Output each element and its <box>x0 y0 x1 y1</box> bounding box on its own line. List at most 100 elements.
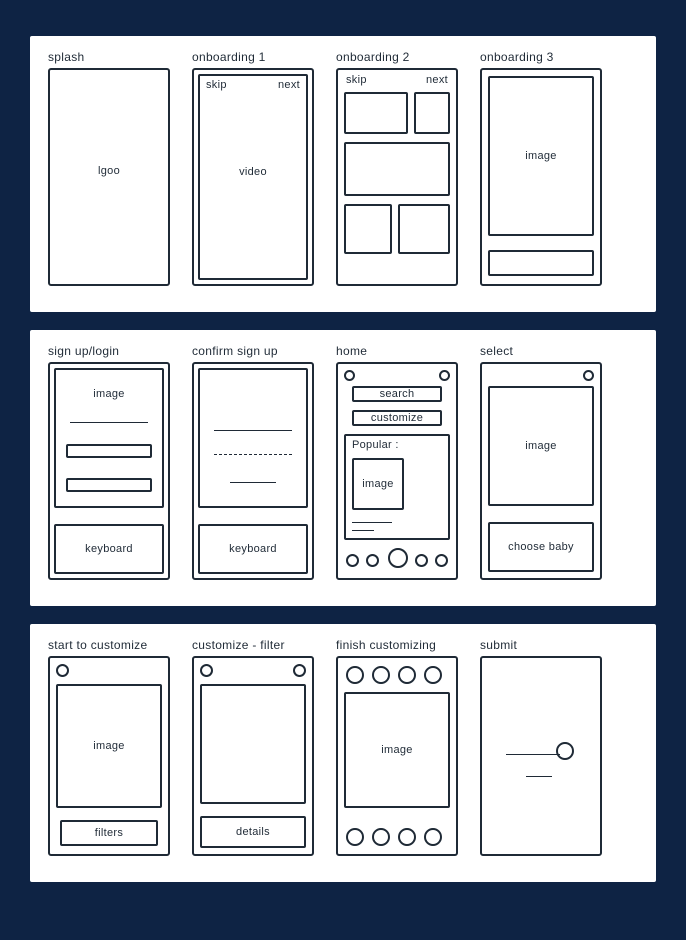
caption: splash <box>48 50 170 64</box>
tile <box>344 204 392 254</box>
screen-splash: splash lgoo <box>48 50 170 286</box>
preview-image: image <box>56 684 162 808</box>
option-icon[interactable] <box>372 666 390 684</box>
popular-section: Popular : image <box>344 434 450 540</box>
phone-frame: search customize Popular : image <box>336 362 458 580</box>
onb3-image: image <box>488 76 594 236</box>
search-input[interactable]: search <box>352 386 442 402</box>
next-button[interactable]: next <box>278 79 300 91</box>
caption: customize - filter <box>192 638 314 652</box>
caption: onboarding 3 <box>480 50 602 64</box>
next-button[interactable]: next <box>426 74 448 86</box>
caption: select <box>480 344 602 358</box>
caption: finish customizing <box>336 638 458 652</box>
screen-signup: sign up/login image keyboard <box>48 344 170 580</box>
code-slots[interactable] <box>214 454 292 455</box>
option-icon[interactable] <box>398 666 416 684</box>
skip-button[interactable]: skip <box>346 74 367 86</box>
caption: onboarding 1 <box>192 50 314 64</box>
back-icon[interactable] <box>200 664 213 677</box>
screen-select: select image choose baby <box>480 344 602 580</box>
keyboard[interactable]: keyboard <box>198 524 308 574</box>
panel-1: splash lgoo onboarding 1 skip next video <box>30 36 656 312</box>
screen-confirm: confirm sign up keyboard <box>192 344 314 580</box>
nav-item[interactable] <box>346 554 359 567</box>
menu-icon[interactable] <box>344 370 355 381</box>
phone-frame: image choose baby <box>480 362 602 580</box>
customize-button[interactable]: customize <box>352 410 442 426</box>
filters-button[interactable]: filters <box>60 820 158 846</box>
option-icon[interactable] <box>346 828 364 846</box>
phone-frame <box>480 656 602 856</box>
phone-frame: image <box>480 68 602 286</box>
nav-bar <box>338 550 456 572</box>
select-image: image <box>488 386 594 506</box>
screen-finish-customizing: finish customizing image <box>336 638 458 856</box>
caption: sign up/login <box>48 344 170 358</box>
option-icon[interactable] <box>424 828 442 846</box>
nav-item-primary[interactable] <box>388 548 408 568</box>
popular-image[interactable]: image <box>352 458 404 510</box>
screen-submit: submit <box>480 638 602 856</box>
filter-preview <box>200 684 306 804</box>
text-line <box>352 530 374 531</box>
confirm-form-area <box>198 368 308 508</box>
screen-onboarding-1: onboarding 1 skip next video <box>192 50 314 286</box>
wireframe-sheet: splash lgoo onboarding 1 skip next video <box>0 0 686 940</box>
password-input[interactable] <box>66 478 152 492</box>
phone-frame: skip next <box>336 68 458 286</box>
screen-customize-filter: customize - filter details <box>192 638 314 856</box>
nav-item[interactable] <box>415 554 428 567</box>
divider <box>230 482 276 483</box>
divider <box>214 430 292 431</box>
username-input[interactable] <box>66 444 152 458</box>
text-line <box>352 522 392 523</box>
screen-onboarding-3: onboarding 3 image <box>480 50 602 286</box>
phone-frame: image filters <box>48 656 170 856</box>
profile-icon[interactable] <box>439 370 450 381</box>
slider-track <box>506 754 560 755</box>
caption: onboarding 2 <box>336 50 458 64</box>
option-icon[interactable] <box>424 666 442 684</box>
option-icon[interactable] <box>398 828 416 846</box>
tile <box>344 142 450 196</box>
tile <box>414 92 450 134</box>
nav-item[interactable] <box>366 554 379 567</box>
caption: start to customize <box>48 638 170 652</box>
option-icon[interactable] <box>346 666 364 684</box>
panel-2: sign up/login image keyboard confirm sig… <box>30 330 656 606</box>
onb1-content: video <box>200 166 306 178</box>
popular-heading: Popular : <box>352 439 399 451</box>
text-line <box>526 776 552 777</box>
phone-frame: image keyboard <box>48 362 170 580</box>
signup-form-area: image <box>54 368 164 508</box>
phone-frame: lgoo <box>48 68 170 286</box>
phone-frame: skip next video <box>192 68 314 286</box>
caption: submit <box>480 638 602 652</box>
more-icon[interactable] <box>293 664 306 677</box>
caption: home <box>336 344 458 358</box>
back-icon[interactable] <box>56 664 69 677</box>
panel-3: start to customize image filters customi… <box>30 624 656 882</box>
slider-handle[interactable] <box>556 742 574 760</box>
phone-frame: details <box>192 656 314 856</box>
skip-button[interactable]: skip <box>206 79 227 91</box>
keyboard[interactable]: keyboard <box>54 524 164 574</box>
tile <box>398 204 450 254</box>
screen-start-customize: start to customize image filters <box>48 638 170 856</box>
signup-image: image <box>56 388 162 400</box>
divider <box>70 422 148 423</box>
tile <box>344 92 408 134</box>
option-icon[interactable] <box>372 828 390 846</box>
details-panel[interactable]: details <box>200 816 306 848</box>
phone-frame: keyboard <box>192 362 314 580</box>
screen-onboarding-2: onboarding 2 skip next <box>336 50 458 286</box>
screen-home: home search customize Popular : image <box>336 344 458 580</box>
splash-content: lgoo <box>50 165 168 177</box>
onb3-cta[interactable] <box>488 250 594 276</box>
choose-button[interactable]: choose baby <box>488 522 594 572</box>
close-icon[interactable] <box>583 370 594 381</box>
caption: confirm sign up <box>192 344 314 358</box>
nav-item[interactable] <box>435 554 448 567</box>
phone-frame: image <box>336 656 458 856</box>
